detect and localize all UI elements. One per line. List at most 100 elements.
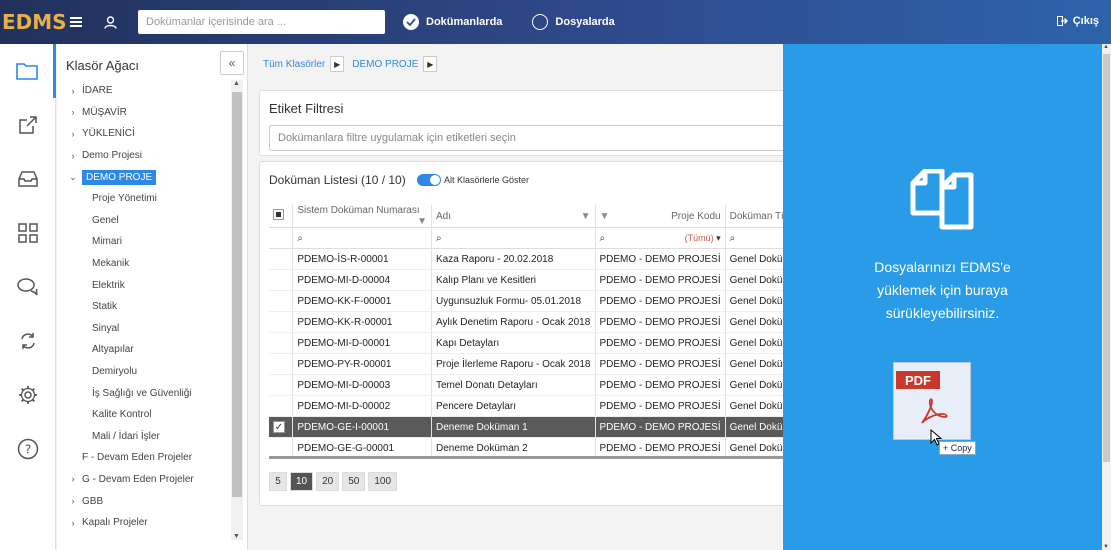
chevron-right-icon[interactable]: ›: [68, 151, 78, 161]
nav-inbox[interactable]: [0, 152, 56, 206]
scroll-down-icon[interactable]: ▼: [233, 533, 240, 540]
scope-documents-radio[interactable]: Dokümanlarda: [403, 14, 502, 30]
tree-item[interactable]: › GBB: [57, 490, 231, 512]
breadcrumb-all-folders[interactable]: Tüm Klasörler: [263, 59, 325, 70]
nav-folders[interactable]: [0, 44, 56, 98]
tree-scroll-thumb[interactable]: [232, 92, 242, 497]
tree-item-label: Kapalı Projeler: [82, 517, 148, 529]
nav-share[interactable]: [0, 98, 56, 152]
row-checkbox-cell[interactable]: [269, 395, 294, 417]
chevron-down-icon[interactable]: ▾: [716, 233, 721, 243]
breadcrumb-current-folder[interactable]: DEMO PROJE: [352, 59, 418, 70]
tree-item[interactable]: Sinyal: [57, 318, 231, 340]
tree-item[interactable]: Mekanik: [57, 253, 231, 275]
scroll-up-icon[interactable]: ▲: [1103, 44, 1109, 50]
row-checkbox-cell[interactable]: [269, 269, 294, 291]
app-logo[interactable]: EDMS: [2, 10, 67, 34]
page-scroll-thumb[interactable]: [1103, 54, 1110, 462]
search-input[interactable]: [138, 10, 385, 34]
col-header-number[interactable]: Sistem Doküman Numarası ▼: [292, 205, 432, 228]
col-header-type[interactable]: Doküman Türü: [725, 205, 784, 228]
select-all-checkbox[interactable]: [269, 205, 294, 228]
table-row[interactable]: PDEMO-MI-D-00004 Kalıp Planı ve Kesitleri…: [269, 269, 784, 291]
row-checkbox-cell[interactable]: [269, 311, 294, 333]
tree-item[interactable]: › Demo Projesi: [57, 145, 231, 167]
page-size-button[interactable]: 50: [342, 472, 366, 491]
tree-item[interactable]: Proje Yönetimi: [57, 188, 231, 210]
chevron-right-icon[interactable]: ›: [68, 107, 78, 117]
row-checkbox-cell[interactable]: [269, 290, 294, 312]
page-size-button[interactable]: 100: [368, 472, 398, 491]
chevron-right-icon[interactable]: ›: [68, 86, 78, 96]
table-row[interactable]: PDEMO-PY-R-00001 Proje İlerleme Raporu - …: [269, 353, 784, 375]
page-size-button[interactable]: 10: [290, 472, 314, 491]
tree-item[interactable]: › İDARE: [57, 80, 231, 102]
table-row[interactable]: PDEMO-MI-D-00002 Pencere Detayları PDEMO -…: [269, 395, 784, 417]
table-row[interactable]: PDEMO-MI-D-00003 Temel Donatı Detayları PD…: [269, 374, 784, 396]
tree-item[interactable]: Mimari: [57, 231, 231, 253]
filter-project-cell[interactable]: ⌕ (Tümü) ▾: [595, 227, 726, 249]
scroll-up-icon[interactable]: ▲: [233, 80, 240, 87]
table-row[interactable]: PDEMO-KK-R-00001 Aylık Denetim Raporu - O…: [269, 311, 784, 333]
filter-icon[interactable]: ▼: [417, 216, 427, 227]
tree-item[interactable]: Statik: [57, 296, 231, 318]
tree-item[interactable]: › Kapalı Projeler: [57, 512, 231, 534]
table-row[interactable]: ✓ PDEMO-GE-I-00001 Deneme Doküman 1 PDEMO -…: [269, 416, 784, 438]
user-icon[interactable]: [96, 0, 124, 44]
upload-dropzone[interactable]: Dosyalarınızı EDMS'e yüklemek için buray…: [783, 44, 1102, 550]
col-header-project[interactable]: ▼ Proje Kodu: [595, 205, 726, 228]
row-checkbox-cell[interactable]: ✓: [269, 416, 294, 438]
collapse-tree-button[interactable]: «: [220, 51, 244, 75]
tree-item[interactable]: Altyapılar: [57, 339, 231, 361]
row-checkbox-cell[interactable]: [269, 374, 294, 396]
nav-help[interactable]: ?: [0, 422, 56, 476]
page-size-button[interactable]: 5: [269, 472, 287, 491]
hamburger-menu-icon[interactable]: [62, 0, 90, 44]
tree-item[interactable]: Kalite Kontrol: [57, 404, 231, 426]
table-horizontal-scrollbar[interactable]: [269, 456, 784, 459]
checked-checkbox-icon[interactable]: ✓: [273, 421, 285, 433]
chevron-right-icon[interactable]: ›: [68, 129, 78, 139]
chevron-right-icon[interactable]: ›: [68, 518, 78, 528]
tree-item[interactable]: Demiryolu: [57, 361, 231, 383]
tree-item[interactable]: İş Sağlığı ve Güvenliği: [57, 382, 231, 404]
page-size-button[interactable]: 20: [316, 472, 340, 491]
chevron-right-icon[interactable]: ›: [68, 496, 78, 506]
tree-item[interactable]: › YÜKLENİCİ: [57, 123, 231, 145]
filter-number-cell[interactable]: ⌕: [292, 227, 432, 249]
scope-files-radio[interactable]: Dosyalarda: [532, 14, 615, 30]
tree-item[interactable]: › G - Devam Eden Projeler: [57, 469, 231, 491]
tree-item[interactable]: › MÜŞAVİR: [57, 102, 231, 124]
nav-sync[interactable]: [0, 314, 56, 368]
breadcrumb-caret-icon[interactable]: ▶: [330, 56, 345, 72]
filter-icon[interactable]: ▼: [581, 211, 591, 222]
row-checkbox-cell[interactable]: [269, 248, 294, 270]
tree-item[interactable]: ⌄ DEMO PROJE: [57, 166, 231, 188]
nav-messages[interactable]: [0, 260, 56, 314]
nav-dashboard[interactable]: [0, 206, 56, 260]
filter-name-cell[interactable]: ⌕: [431, 227, 596, 249]
page-scrollbar[interactable]: ▲ ▼: [1102, 44, 1111, 550]
tree-item[interactable]: F - Devam Eden Projeler: [57, 447, 231, 469]
chevron-right-icon[interactable]: ›: [68, 474, 78, 484]
nav-settings[interactable]: [0, 368, 56, 422]
scroll-down-icon[interactable]: ▼: [1103, 544, 1109, 550]
tree-item[interactable]: Elektrik: [57, 274, 231, 296]
col-header-name[interactable]: Adı ▼: [431, 205, 596, 228]
filter-type-cell[interactable]: ⌕: [725, 227, 784, 249]
chevron-down-icon[interactable]: ⌄: [68, 172, 78, 183]
filter-icon[interactable]: ▼: [600, 211, 610, 222]
table-row[interactable]: PDEMO-KK-F-00001 Uygunsuzluk Formu- 05.01…: [269, 290, 784, 312]
subfolders-toggle[interactable]: Alt Klasörlerle Göster: [417, 174, 529, 186]
table-row[interactable]: PDEMO-MI-D-00001 Kapı Detayları PDEMO - DE…: [269, 332, 784, 354]
row-checkbox-cell[interactable]: [269, 353, 294, 375]
logout-button[interactable]: Çıkış: [1056, 15, 1099, 27]
tree-item[interactable]: Mali / İdari İşler: [57, 426, 231, 448]
tree-scrollbar[interactable]: ▲ ▼: [231, 80, 243, 540]
row-checkbox-cell[interactable]: [269, 332, 294, 354]
tag-filter-input[interactable]: [269, 125, 784, 151]
tree-item[interactable]: Genel: [57, 210, 231, 232]
toggle-switch[interactable]: [417, 174, 441, 186]
table-row[interactable]: PDEMO-İS-R-00001 Kaza Raporu - 20.02.2018…: [269, 248, 784, 270]
breadcrumb-caret-icon[interactable]: ▶: [423, 56, 438, 72]
